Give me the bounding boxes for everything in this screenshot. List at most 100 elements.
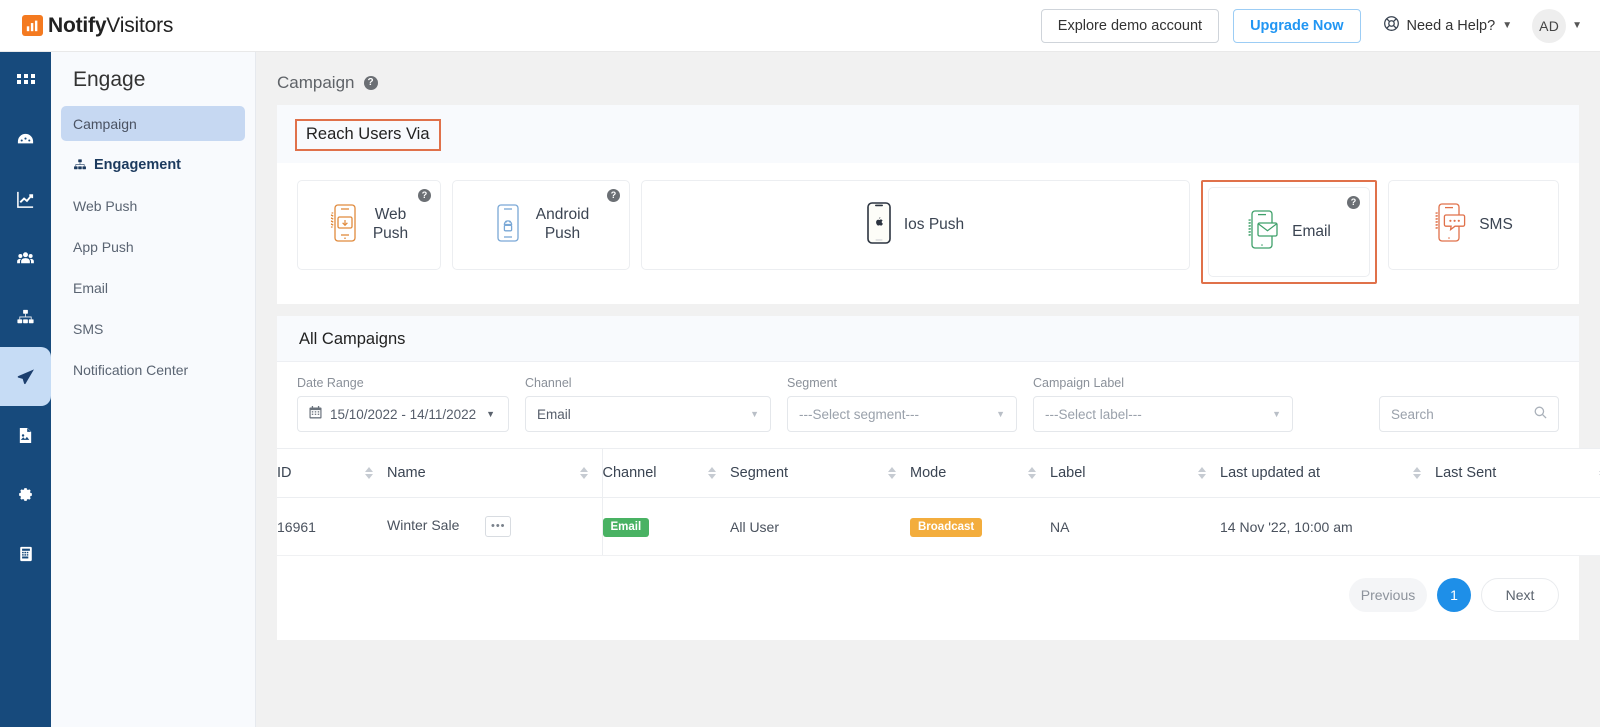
rail-item-analytics[interactable] — [0, 170, 51, 229]
sidebar-item-sms[interactable]: SMS — [61, 311, 245, 346]
filter-segment: Segment ---Select segment--- ▼ — [787, 376, 1017, 432]
gauge-icon — [16, 131, 35, 150]
page-header: Campaign ? — [256, 52, 1600, 93]
all-campaigns-title: All Campaigns — [299, 330, 406, 348]
channel-card-sms[interactable]: SMS — [1388, 180, 1559, 270]
column-header-segment[interactable]: Segment — [730, 448, 910, 498]
cell-mode: Broadcast — [910, 497, 1050, 556]
sidebar-item-email[interactable]: Email — [61, 270, 245, 305]
sort-toggle-icon[interactable] — [708, 467, 716, 479]
sidebar-item-app-push[interactable]: App Push — [61, 229, 245, 264]
user-account-menu[interactable]: AD ▼ — [1532, 8, 1582, 43]
upgrade-now-button[interactable]: Upgrade Now — [1233, 8, 1361, 43]
pagination-page-1-button[interactable]: 1 — [1437, 578, 1471, 612]
campaign-label-select[interactable]: ---Select label--- ▼ — [1033, 396, 1293, 432]
help-tooltip-icon[interactable]: ? — [418, 189, 431, 202]
reach-users-via-heading: Reach Users Via — [295, 119, 441, 151]
date-range-value: 15/10/2022 - 14/11/2022 — [330, 406, 477, 422]
pagination-next-button[interactable]: Next — [1481, 578, 1559, 612]
status-badge: Email — [602, 517, 650, 537]
cell-segment: All User — [730, 497, 910, 556]
chevron-down-icon: ▼ — [1272, 409, 1281, 419]
cell-name: Winter Sale ••• — [387, 497, 602, 556]
sort-toggle-icon[interactable] — [579, 467, 588, 479]
column-header-last-sent[interactable]: Last Sent — [1435, 448, 1600, 498]
channel-card-android-push[interactable]: ? Android Push — [452, 180, 630, 270]
sort-toggle-icon[interactable] — [888, 467, 896, 479]
column-header-name[interactable]: Name — [387, 448, 602, 498]
sidebar-item-label: Engagement — [94, 156, 182, 173]
table-header-row: ID Name Channel Segment Mode Label Last … — [277, 448, 1600, 498]
channel-card-label: Email — [1292, 222, 1331, 240]
sort-toggle-icon[interactable] — [1028, 467, 1036, 479]
date-range-picker[interactable]: 15/10/2022 - 14/11/2022 ▼ — [297, 396, 509, 432]
rail-item-overview[interactable] — [0, 111, 51, 170]
sort-toggle-icon[interactable] — [365, 467, 373, 479]
pagination-previous-button[interactable]: Previous — [1349, 578, 1427, 612]
brand-name-bold: Notify — [48, 13, 107, 37]
sidebar-item-label: App Push — [73, 238, 134, 255]
help-tooltip-icon[interactable]: ? — [363, 76, 378, 90]
cell-last-updated-at: 14 Nov '22, 10:00 am — [1220, 497, 1435, 556]
sitemap-icon — [73, 158, 87, 172]
chevron-down-icon: ▼ — [1502, 20, 1513, 31]
help-tooltip-icon[interactable]: ? — [607, 189, 620, 202]
sort-toggle-icon[interactable] — [1198, 467, 1206, 479]
campaign-label-select-value: ---Select label--- — [1045, 406, 1142, 422]
row-actions-button[interactable]: ••• — [485, 516, 512, 537]
rail-item-audience[interactable] — [0, 229, 51, 288]
sitemap-icon — [16, 308, 35, 327]
column-header-channel[interactable]: Channel — [601, 448, 730, 498]
rail-item-dashboard[interactable] — [0, 52, 51, 111]
filter-label: Segment — [787, 376, 838, 390]
need-help-menu[interactable]: Need a Help? ▼ — [1383, 15, 1513, 37]
chevron-down-icon: ▼ — [996, 409, 1005, 419]
all-campaigns-header: All Campaigns — [277, 316, 1579, 362]
mode-badge: Broadcast — [910, 517, 983, 537]
all-campaigns-panel: All Campaigns Date Range 15/10/2022 - 14… — [277, 316, 1600, 640]
help-tooltip-icon[interactable]: ? — [1347, 196, 1360, 209]
sidebar-item-engagement[interactable]: Engagement — [61, 147, 245, 182]
web-push-phone-icon — [330, 203, 360, 247]
rail-item-engage[interactable] — [0, 347, 51, 406]
column-header-label[interactable]: Label — [1050, 448, 1220, 498]
notifyvisitors-logo-icon — [22, 15, 43, 36]
main-content: Campaign ? Reach Users Via ? Web Push ? … — [256, 52, 1600, 727]
brand-logo[interactable]: NotifyVisitors — [22, 14, 173, 38]
rail-item-media[interactable] — [0, 406, 51, 465]
rail-item-journeys[interactable] — [0, 288, 51, 347]
sidebar-item-web-push[interactable]: Web Push — [61, 188, 245, 223]
segment-select[interactable]: ---Select segment--- ▼ — [787, 396, 1017, 432]
filter-channel: Channel Email ▼ — [525, 376, 771, 432]
chevron-down-icon: ▼ — [486, 409, 496, 419]
brand-name-light: Visitors — [106, 13, 174, 37]
search-input[interactable]: Search — [1379, 396, 1559, 432]
channel-card-label: SMS — [1479, 215, 1513, 233]
table-row[interactable]: 16961 Winter Sale ••• Email All User Bro… — [277, 497, 1600, 556]
explore-demo-account-button[interactable]: Explore demo account — [1040, 8, 1220, 43]
channel-select-value: Email — [537, 406, 571, 422]
chevron-down-icon: ▼ — [1572, 20, 1582, 31]
channel-card-web-push[interactable]: ? Web Push — [297, 180, 441, 270]
cell-channel: Email — [601, 497, 730, 556]
channel-card-label: Web Push — [372, 206, 409, 242]
sidebar-title: Engage — [73, 68, 146, 91]
sidebar-item-campaign[interactable]: Campaign — [61, 106, 245, 141]
segment-select-value: ---Select segment--- — [799, 406, 920, 422]
channel-select[interactable]: Email ▼ — [525, 396, 771, 432]
channel-card-ios-push[interactable]: Ios Push — [641, 180, 1190, 270]
column-header-mode[interactable]: Mode — [910, 448, 1050, 498]
column-header-last-updated-at[interactable]: Last updated at — [1220, 448, 1435, 498]
channel-card-email[interactable]: ? Email — [1208, 187, 1370, 277]
page-title: Campaign — [277, 73, 355, 92]
rail-item-reports[interactable] — [0, 524, 51, 583]
filter-label: Campaign Label — [1033, 376, 1125, 390]
rail-item-settings[interactable] — [0, 465, 51, 524]
column-header-id[interactable]: ID — [277, 448, 387, 498]
chevron-down-icon: ▼ — [750, 409, 759, 419]
sort-toggle-icon[interactable] — [1413, 467, 1421, 479]
filter-label: Channel — [525, 376, 572, 390]
sidebar-item-notification-center[interactable]: Notification Center — [61, 352, 245, 387]
sidebar-item-label: SMS — [73, 320, 104, 337]
filter-label: Date Range — [297, 376, 364, 390]
